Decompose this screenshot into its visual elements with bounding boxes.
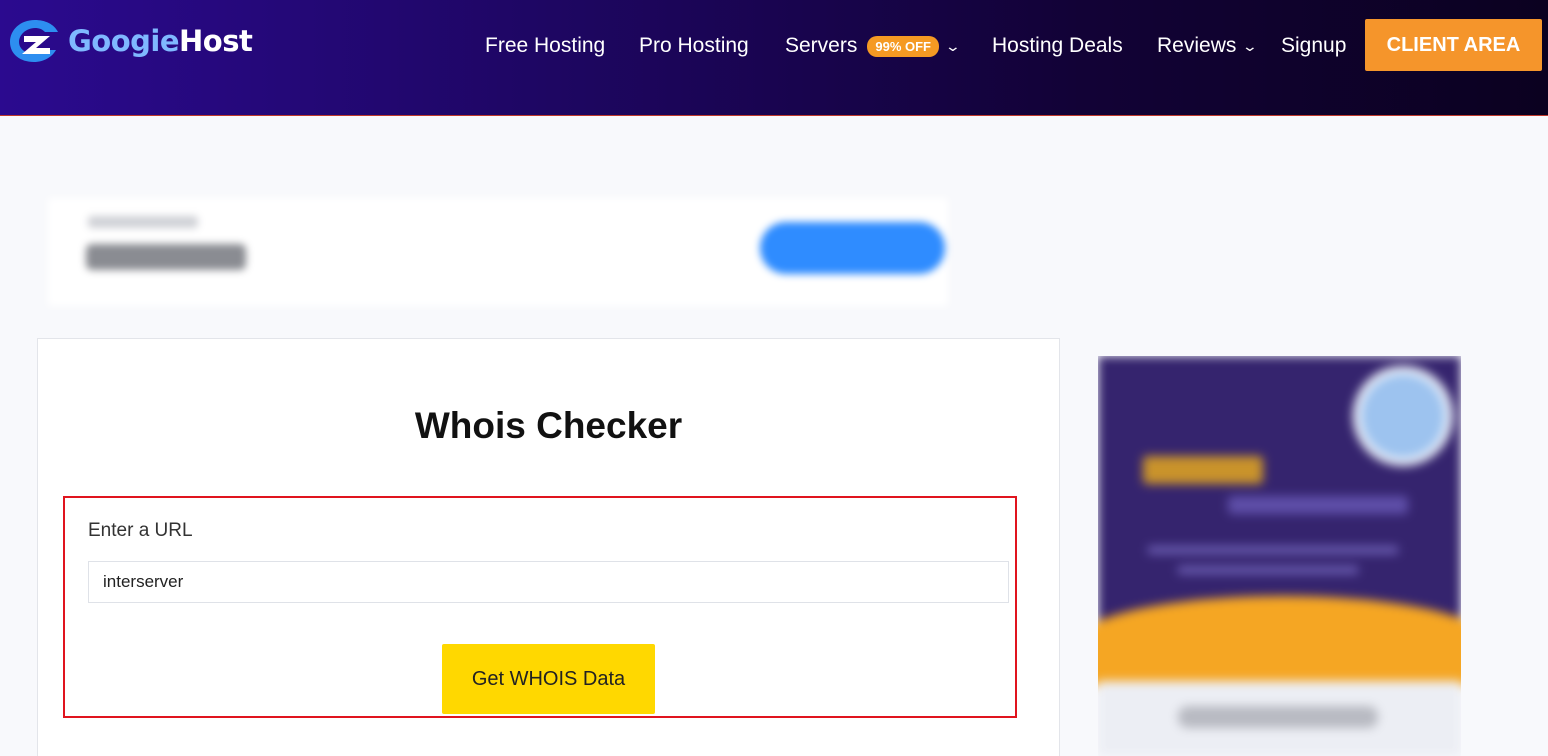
site-header: GoogieHost Free Hosting Pro Hosting Serv… (0, 0, 1548, 116)
nav-hosting-deals[interactable]: Hosting Deals (992, 26, 1123, 66)
get-whois-button[interactable]: Get WHOIS Data (442, 644, 655, 714)
ad-banner[interactable] (48, 198, 948, 306)
url-label: Enter a URL (88, 520, 193, 541)
nav-servers[interactable]: Servers 99% OFF ⌄ (785, 26, 962, 66)
nav-signup[interactable]: Signup (1281, 26, 1346, 66)
nav-pro-hosting[interactable]: Pro Hosting (639, 26, 749, 66)
sidebar-ad[interactable] (1098, 356, 1461, 756)
chevron-down-icon: ⌄ (1242, 37, 1259, 54)
url-input[interactable] (88, 561, 1009, 603)
ad-button-blurred[interactable] (760, 222, 945, 274)
page-title: Whois Checker (414, 405, 683, 446)
main-nav: Free Hosting Pro Hosting Servers 99% OFF… (0, 26, 1548, 66)
ad-text-blurred (88, 216, 198, 228)
client-area-button[interactable]: CLIENT AREA (1365, 19, 1542, 71)
discount-badge: 99% OFF (867, 35, 939, 57)
nav-free-hosting[interactable]: Free Hosting (485, 26, 605, 66)
sidebar-ad-blurred (1098, 356, 1461, 756)
ad-text-blurred (86, 244, 246, 270)
nav-reviews[interactable]: Reviews ⌄ (1157, 26, 1259, 66)
chevron-down-icon: ⌄ (944, 37, 962, 54)
whois-card: Whois Checker Enter a URL Get WHOIS Data (37, 338, 1060, 756)
